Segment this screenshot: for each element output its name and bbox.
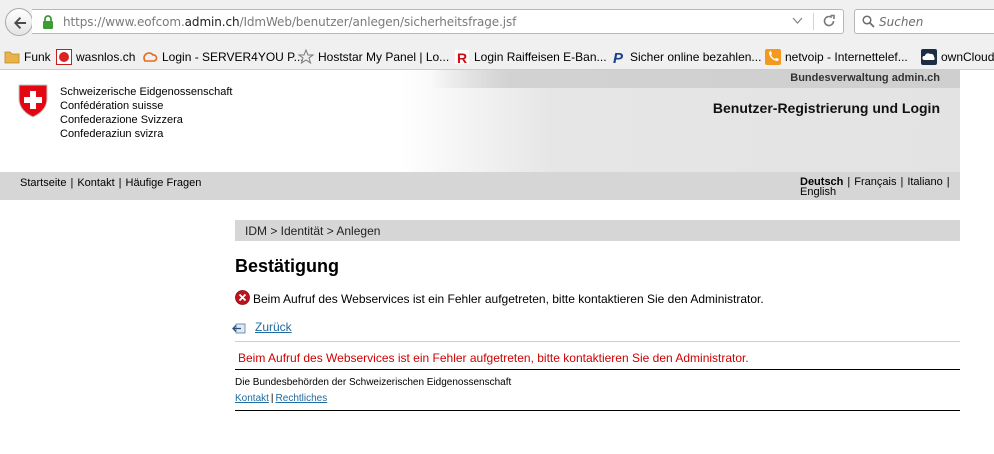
owncloud-icon (921, 49, 937, 65)
reload-icon[interactable] (822, 14, 836, 28)
wasnlos-icon (56, 49, 72, 65)
search-bar[interactable]: Suchen (854, 9, 994, 34)
confederation-name-it: Confederazione Svizzera (60, 114, 183, 126)
confederation-name-fr: Confédération suisse (60, 100, 164, 112)
url-divider (813, 13, 814, 30)
error-icon (235, 290, 250, 305)
nav-separator: | (847, 176, 851, 188)
swiss-coat-of-arms-icon[interactable] (18, 84, 48, 118)
footer-link-rechtliches[interactable]: Rechtliches (276, 393, 328, 404)
url-text[interactable]: https://www.eofcom.admin.ch/IdmWeb/benut… (63, 15, 516, 29)
service-nav: Startseite | Kontakt | Häufige Fragen (20, 177, 201, 189)
page-header: Bundesverwaltung admin.ch Schweizerische… (0, 70, 960, 172)
confederation-names: Schweizerische Eidgenossenschaft Confédé… (60, 85, 232, 141)
nav-startseite[interactable]: Startseite (20, 177, 66, 189)
svg-text:R: R (457, 50, 467, 65)
nav-separator: | (118, 177, 122, 189)
page-title: Bestätigung (235, 256, 340, 276)
lang-english[interactable]: English (800, 186, 836, 198)
footer-divider-bottom (235, 410, 960, 411)
server4you-icon (143, 52, 158, 62)
svg-text:P: P (613, 50, 624, 65)
confederation-name-rm: Confederaziun svizra (60, 128, 164, 140)
footer-link-kontakt[interactable]: Kontakt (235, 393, 269, 404)
lang-italiano[interactable]: Italiano (907, 176, 942, 188)
browser-navbar: https://www.eofcom.admin.ch/IdmWeb/benut… (0, 0, 994, 42)
back-arrow-icon (232, 323, 246, 334)
main-nav: Startseite | Kontakt | Häufige Fragen Deutsc… (0, 172, 960, 200)
nav-separator: | (70, 177, 74, 189)
folder-icon (4, 51, 20, 64)
language-switcher: Deutsch | Français | Italiano | English (800, 176, 958, 198)
search-input-placeholder: Suchen (879, 15, 924, 29)
url-bar[interactable]: https://www.eofcom.admin.ch/IdmWeb/benut… (32, 9, 844, 34)
lock-icon (43, 15, 53, 29)
netvoip-phone-icon (765, 49, 781, 65)
error-message-red: Beim Aufruf des Webservices ist ein Fehl… (238, 351, 749, 365)
federal-admin-link[interactable]: Bundesverwaltung admin.ch (790, 72, 940, 84)
app-title: Benutzer-Registrierung und Login (712, 100, 940, 116)
back-link[interactable]: Zurück (255, 320, 292, 334)
arrow-left-icon (14, 17, 26, 29)
footer-separator: | (270, 393, 274, 404)
browser-back-button[interactable] (5, 8, 33, 36)
error-message: Beim Aufruf des Webservices ist ein Fehl… (253, 292, 764, 306)
footer-divider-top (235, 369, 960, 370)
footer-authority: Die Bundesbehörden der Schweizerischen E… (235, 377, 512, 388)
paypal-icon: P (613, 50, 624, 65)
federal-topbar: Bundesverwaltung admin.ch (430, 70, 960, 88)
breadcrumb-bar: IDM > Identität > Anlegen (235, 220, 960, 241)
nav-separator: | (946, 176, 950, 188)
lang-francais[interactable]: Français (854, 176, 896, 188)
chevron-down-icon[interactable] (792, 17, 803, 25)
nav-haeufige-fragen[interactable]: Häufige Fragen (126, 177, 202, 189)
search-icon (862, 15, 875, 28)
bookmarks-toolbar: Funk wasnlos.ch Login - SERVER4YOU P... … (0, 42, 994, 70)
hoststar-star-icon (298, 49, 314, 65)
divider (235, 341, 960, 342)
breadcrumb: IDM > Identität > Anlegen (245, 224, 381, 238)
raiffeisen-icon: R (455, 50, 469, 65)
footer-links: Kontakt | Rechtliches (235, 393, 327, 404)
confederation-name-de: Schweizerische Eidgenossenschaft (60, 86, 233, 98)
nav-separator: | (900, 176, 904, 188)
nav-kontakt[interactable]: Kontakt (77, 177, 114, 189)
